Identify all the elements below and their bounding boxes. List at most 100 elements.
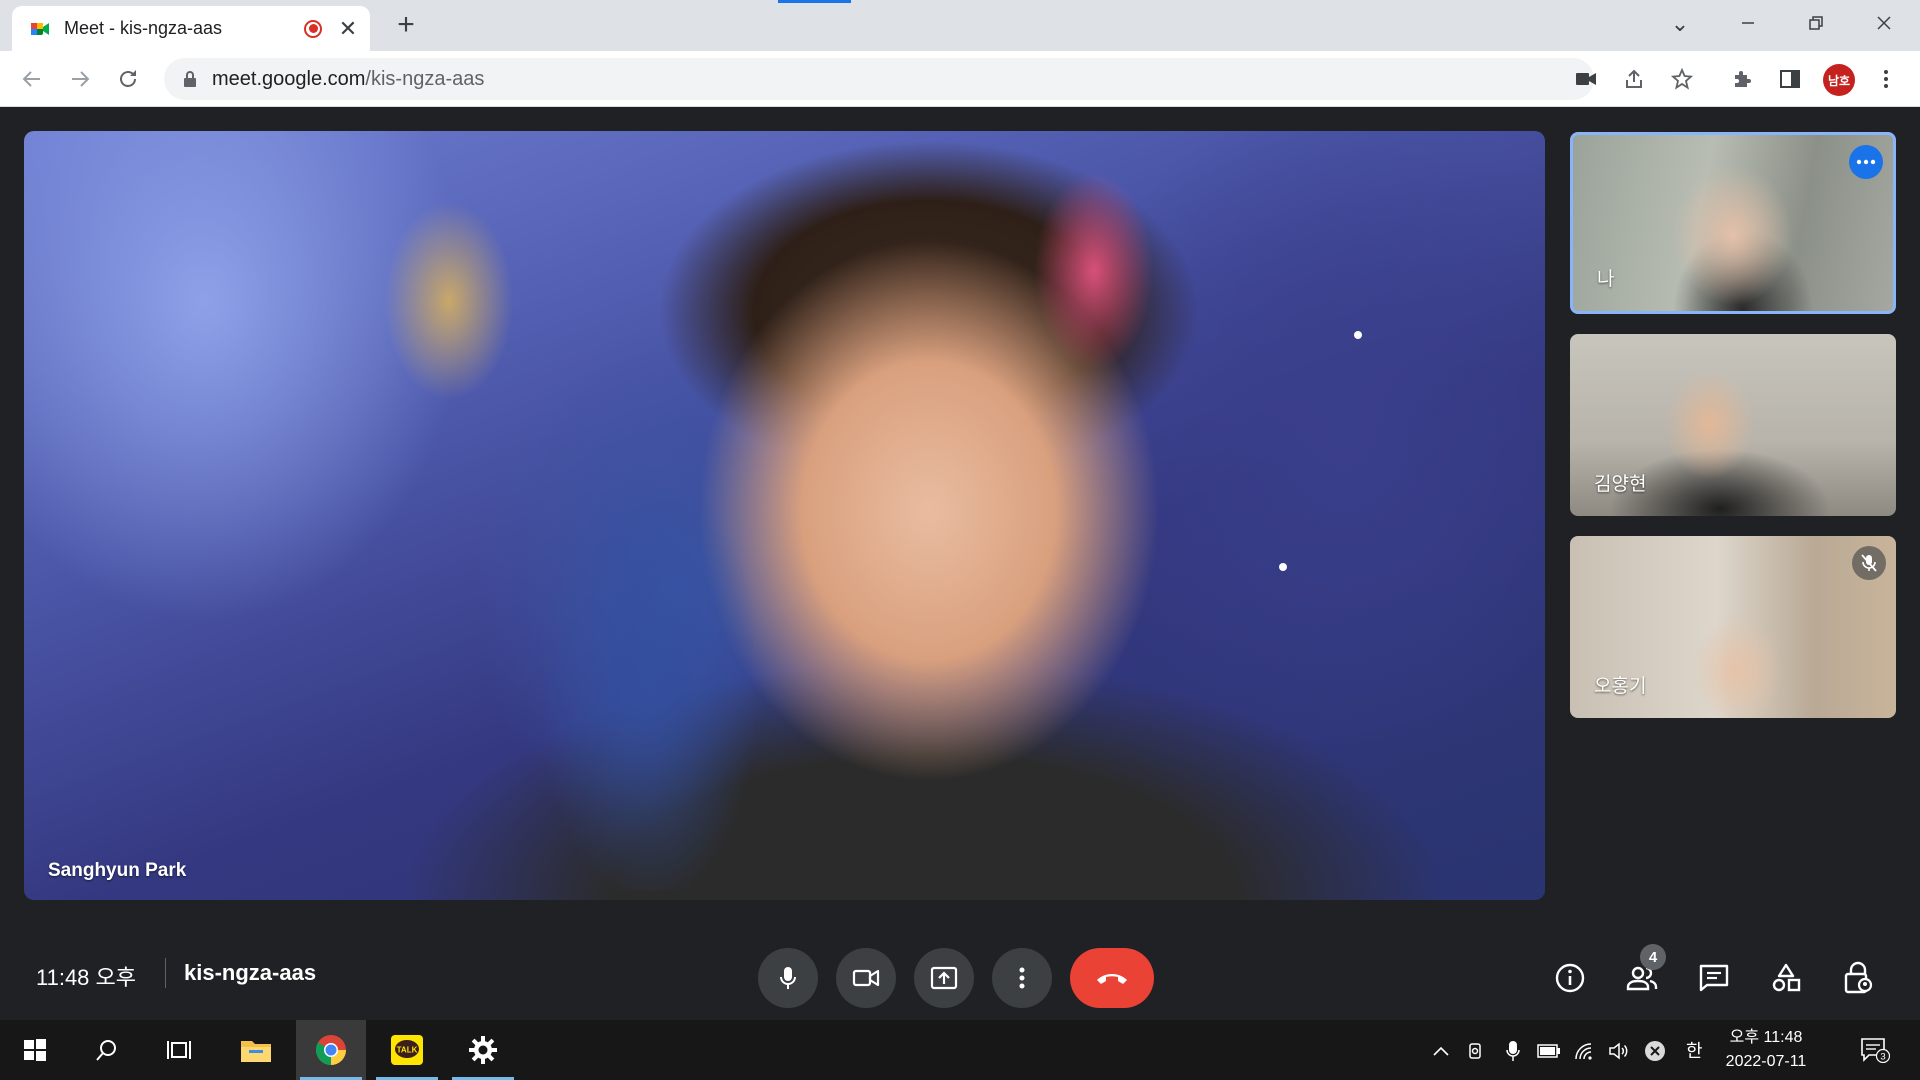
side-panel-icon[interactable] (1772, 61, 1808, 97)
more-vertical-icon (1019, 967, 1025, 989)
meet-control-bar: 11:48 오후 kis-ngza-aas 4 (0, 926, 1920, 1020)
tab-title: Meet - kis-ngza-aas (64, 18, 223, 38)
main-participant-name: Sanghyun Park (48, 860, 187, 881)
more-options-button[interactable] (992, 948, 1052, 1008)
cartoon-character-decoration (1034, 171, 1154, 371)
chrome-taskbar-button[interactable] (296, 1020, 366, 1080)
reload-icon (120, 70, 136, 87)
participant-tile[interactable]: 김양현 (1570, 334, 1896, 516)
divider (165, 958, 166, 988)
minimize-icon (1742, 22, 1754, 24)
gear-icon (469, 1036, 497, 1064)
start-button[interactable] (0, 1020, 70, 1080)
clock-time: 오후 11:48 (1729, 1029, 1803, 1046)
minimize-button[interactable] (1728, 4, 1768, 44)
star-decoration (1279, 563, 1287, 571)
webcam-tray-icon[interactable] (1463, 1038, 1489, 1064)
tab-loading-bar (778, 0, 851, 3)
close-window-button[interactable] (1864, 4, 1904, 44)
back-arrow-icon (22, 71, 40, 87)
windows-taskbar: TALK 한 오후 11:48 2022-07-11 3 (0, 1020, 1920, 1080)
settings-taskbar-button[interactable] (448, 1020, 518, 1080)
browser-tab-meet[interactable]: Meet - kis-ngza-aas ✕ (12, 6, 370, 51)
kakaotalk-icon: TALK (391, 1035, 423, 1065)
reload-button[interactable] (108, 59, 148, 99)
profile-avatar[interactable]: 남호 (1823, 64, 1855, 96)
show-hidden-icons-chevron-icon[interactable] (1428, 1038, 1454, 1064)
task-view-icon (167, 1041, 191, 1059)
kakaotalk-taskbar-button[interactable]: TALK (372, 1020, 442, 1080)
main-participant-video[interactable]: Sanghyun Park (24, 131, 1545, 900)
svg-text:TALK: TALK (397, 1046, 418, 1055)
seat-decoration (544, 471, 754, 891)
new-tab-button[interactable]: + (390, 10, 422, 42)
star-decoration (1354, 331, 1362, 339)
tile-more-options-button[interactable] (1849, 145, 1883, 179)
participant-tile[interactable]: 오홍기 (1570, 536, 1896, 718)
microphone-icon (780, 967, 796, 989)
url-text: meet.google.com/kis-ngza-aas (212, 68, 484, 91)
google-meet-icon (31, 22, 49, 35)
status-x-circle-icon[interactable] (1642, 1038, 1668, 1064)
participant-tile-self[interactable]: 나 (1570, 132, 1896, 314)
tab-search-chevron-icon[interactable]: ⌄ (1660, 4, 1700, 44)
close-tab-icon[interactable]: ✕ (338, 16, 358, 42)
microphone-button[interactable] (758, 948, 818, 1008)
activities-shapes-icon (1772, 963, 1801, 992)
url-domain: meet.google.com (212, 67, 366, 90)
search-button[interactable] (72, 1020, 142, 1080)
chrome-icon (315, 1035, 346, 1065)
notification-count: 3 (1880, 1052, 1885, 1063)
microphone-tray-icon[interactable] (1500, 1038, 1526, 1064)
share-icon[interactable] (1616, 61, 1652, 97)
activities-button[interactable] (1760, 952, 1812, 1004)
address-bar[interactable]: meet.google.com/kis-ngza-aas (164, 58, 1594, 100)
meet-stage: Sanghyun Park 나 김양현 오홍기 (0, 107, 1920, 1020)
folder-icon (241, 1041, 271, 1062)
volume-icon[interactable] (1606, 1038, 1632, 1064)
host-controls-button[interactable] (1832, 952, 1884, 1004)
input-method-indicator[interactable]: 한 (1686, 1037, 1703, 1063)
search-icon (96, 1040, 116, 1061)
back-button[interactable] (12, 59, 52, 99)
browser-toolbar: meet.google.com/kis-ngza-aas 남호 (0, 51, 1920, 107)
cartoon-character-decoration (384, 201, 514, 401)
lock-person-icon (1844, 961, 1873, 994)
battery-icon[interactable] (1536, 1038, 1562, 1064)
wifi-icon[interactable] (1572, 1038, 1598, 1064)
notification-center-button[interactable]: 3 (1855, 1035, 1895, 1065)
more-horizontal-icon (1856, 159, 1876, 165)
bookmark-star-icon[interactable] (1664, 61, 1700, 97)
forward-button[interactable] (60, 59, 100, 99)
chat-button[interactable] (1688, 952, 1740, 1004)
chat-icon (1699, 964, 1729, 992)
lock-icon (184, 71, 196, 87)
camera-button[interactable] (836, 948, 896, 1008)
leave-call-button[interactable] (1070, 948, 1154, 1008)
browser-menu-kebab-icon[interactable] (1868, 61, 1904, 97)
clock-date: 2022-07-11 (1725, 1053, 1807, 1070)
extensions-puzzle-icon[interactable] (1724, 61, 1760, 97)
restore-button[interactable] (1796, 4, 1836, 44)
participant-name: 김양현 (1594, 474, 1647, 495)
meeting-time: 11:48 오후 (36, 965, 137, 990)
videocam-icon (852, 969, 880, 987)
call-end-icon (1097, 974, 1127, 984)
restore-icon (1809, 16, 1823, 30)
windows-logo-icon (24, 1039, 46, 1061)
task-view-button[interactable] (144, 1020, 214, 1080)
show-everyone-button[interactable]: 4 (1616, 944, 1668, 1004)
camera-in-use-icon[interactable] (1568, 61, 1604, 97)
close-icon (1877, 16, 1891, 30)
info-icon (1555, 963, 1585, 993)
forward-arrow-icon (72, 71, 90, 87)
present-screen-button[interactable] (914, 948, 974, 1008)
browser-tabstrip: Meet - kis-ngza-aas ✕ + ⌄ (0, 0, 1920, 51)
mic-off-icon (1861, 554, 1877, 572)
url-path: /kis-ngza-aas (365, 67, 485, 90)
meeting-details-button[interactable] (1544, 952, 1596, 1004)
participant-name: 오홍기 (1594, 676, 1647, 697)
participant-name: 나 (1597, 269, 1615, 290)
system-clock[interactable]: 오후 11:48 2022-07-11 (1718, 1026, 1814, 1074)
file-explorer-taskbar-button[interactable] (221, 1020, 291, 1080)
